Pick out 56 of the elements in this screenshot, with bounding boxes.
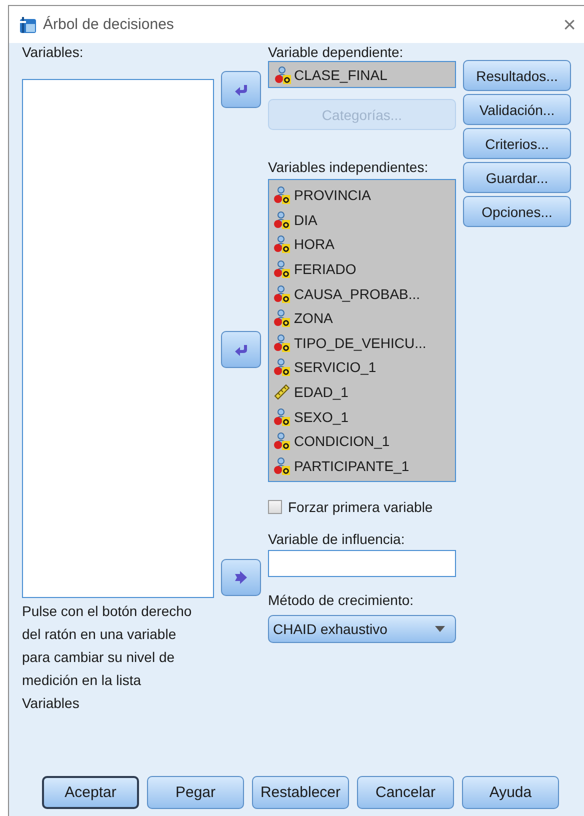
side-button[interactable]: Resultados...: [463, 60, 571, 91]
side-button[interactable]: Criterios...: [463, 128, 571, 159]
side-button[interactable]: Guardar...: [463, 162, 571, 193]
variable-name: CLASE_FINAL: [294, 66, 388, 82]
variable-item[interactable]: EDAD_1: [294, 384, 348, 400]
variable-item[interactable]: HORA: [294, 236, 334, 252]
variable-item[interactable]: CONDICION_1: [294, 433, 390, 450]
caret-icon: [435, 626, 445, 632]
move-button[interactable]: [221, 71, 261, 108]
nominal-variable-icon: [273, 432, 291, 450]
nominal-variable-icon: [273, 235, 291, 254]
variable-item[interactable]: TIPO_DE_VEHICU...: [294, 334, 426, 351]
variable-item[interactable]: PROVINCIA: [294, 187, 372, 204]
help-text: Pulse con el botón derecho del ratón en una variable para cambiar su nivel de medición en la lista Variables: [22, 602, 193, 713]
growth-method-dropdown[interactable]: CHAID exhaustivo: [268, 615, 456, 643]
nominal-variable-icon: [273, 210, 291, 229]
tree-icon: [19, 16, 37, 34]
variable-item[interactable]: DIA: [294, 212, 318, 228]
dialog-button[interactable]: Restablecer: [252, 776, 349, 809]
variable-item[interactable]: PARTICIPANTE_1: [294, 458, 410, 474]
dependent-field[interactable]: CLASE_FINAL: [268, 61, 456, 88]
move-button[interactable]: [221, 559, 261, 596]
nominal-variable-icon: [273, 456, 291, 475]
nominal-variable-icon: [273, 260, 291, 278]
dialog-button[interactable]: Cancelar: [357, 776, 454, 809]
arrow-icon: [233, 569, 249, 586]
nominal-variable-icon: [273, 408, 291, 426]
ruler-icon: [273, 383, 291, 402]
variable-item[interactable]: ZONA: [294, 310, 333, 326]
window-title: Árbol de decisiones: [43, 16, 175, 33]
variable-item[interactable]: CAUSA_PROBAB...: [294, 286, 420, 302]
influence-field[interactable]: [268, 550, 456, 577]
variable-item[interactable]: FERIADO: [294, 261, 356, 278]
dialog-button[interactable]: Pegar: [147, 776, 244, 809]
nominal-variable-icon: [273, 186, 291, 204]
independent-list[interactable]: PROVINCIA DIA HORA FERIADO CAUSA_PROBAB... ZONA TIPO_DE_VEHICU... SERVICIO_1 EDAD_1 SEXO_1 CONDICION_1 PARTICIPANTE_1: [268, 179, 456, 482]
nominal-variable-icon: [274, 66, 292, 84]
nominal-variable-icon: [273, 334, 291, 352]
side-button[interactable]: Validación...: [463, 94, 571, 125]
variable-item[interactable]: SERVICIO_1: [294, 359, 376, 376]
influence-label: Variable de influencia:: [268, 530, 406, 548]
variables-label: Variables:: [22, 43, 84, 61]
nominal-variable-icon: [273, 284, 291, 303]
variable-item[interactable]: SEXO_1: [294, 408, 348, 425]
independent-label: Variables independientes:: [268, 158, 430, 176]
checkbox[interactable]: [268, 500, 282, 514]
close-button[interactable]: ×: [563, 14, 576, 36]
dialog-button[interactable]: Ayuda: [462, 776, 559, 809]
dialog-button[interactable]: Aceptar: [42, 776, 139, 809]
move-button[interactable]: [221, 331, 261, 368]
growth-method-label: Método de crecimiento:: [268, 591, 415, 609]
side-button[interactable]: Opciones...: [463, 196, 571, 227]
nominal-variable-icon: [273, 309, 291, 328]
nominal-variable-icon: [273, 358, 291, 376]
dependent-label: Variable dependiente:: [268, 43, 404, 61]
checkbox-label[interactable]: Forzar primera variable: [288, 499, 433, 515]
